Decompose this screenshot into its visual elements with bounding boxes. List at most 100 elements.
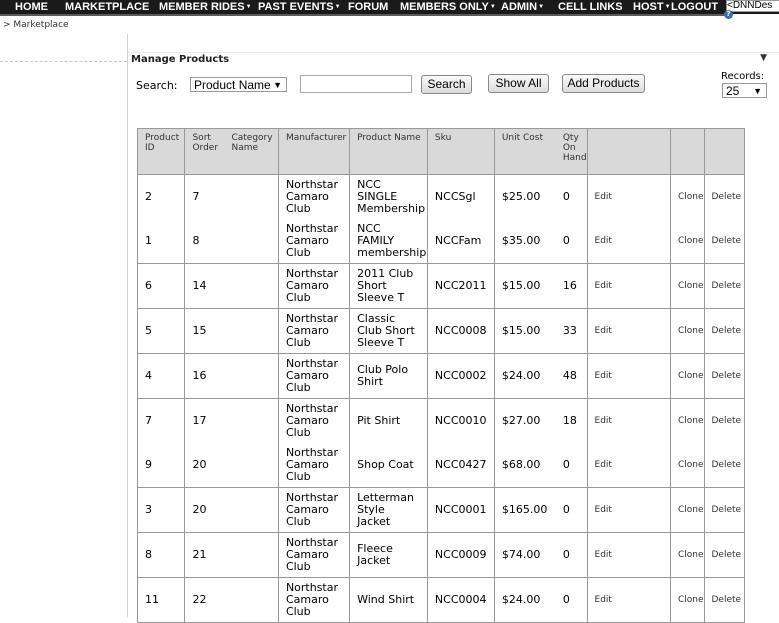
delete-link[interactable]: Delete <box>703 219 745 264</box>
clone-link[interactable]: Clone <box>669 263 705 309</box>
header-sort-category[interactable]: Sort Order Category Name <box>184 128 279 175</box>
text-line: Shop Coat <box>357 458 414 471</box>
search-field-select[interactable]: Product Name ▼ <box>190 77 287 92</box>
header-cost-qty[interactable]: Unit Cost Qty On Hand <box>493 128 588 175</box>
clone-link[interactable]: Clone <box>669 219 705 264</box>
text-line: Wind Shirt <box>357 593 415 606</box>
nav-item-past-events[interactable]: PAST EVENTS▼ <box>258 0 341 14</box>
cell-sort-order: 14 <box>192 279 207 292</box>
delete-link[interactable]: Delete <box>703 443 745 488</box>
cell-sort-order: 20 <box>192 503 207 516</box>
edit-link[interactable]: Edit <box>586 443 671 488</box>
header-sort-order[interactable]: Sort Order <box>192 133 231 153</box>
collapse-icon[interactable]: ▼ <box>760 53 767 63</box>
add-products-button[interactable]: Add Products <box>562 74 645 93</box>
delete-link[interactable]: Delete <box>703 353 745 399</box>
delete-link[interactable]: Delete <box>703 398 745 443</box>
delete-link[interactable]: Delete <box>703 487 745 533</box>
header-qty-on-hand[interactable]: Qty On Hand <box>563 133 587 163</box>
cell-sku: NCC0002 <box>426 353 495 399</box>
search-input[interactable] <box>300 75 412 93</box>
edit-link[interactable]: Edit <box>586 263 671 309</box>
cell-sort-order: 20 <box>192 458 207 471</box>
cell-product-id: 6 <box>136 263 186 309</box>
nav-item-admin[interactable]: ADMIN▼ <box>501 0 544 14</box>
cell-unit-cost: $74.00 <box>501 548 541 561</box>
delete-link[interactable]: Delete <box>703 577 745 623</box>
text-line: Sleeve T <box>357 291 405 304</box>
edit-link[interactable]: Edit <box>586 219 671 264</box>
text-line: Sort <box>192 133 211 143</box>
cell-unit-cost: $24.00 <box>501 593 541 606</box>
cell-unit-cost: $24.00 <box>501 369 541 382</box>
delete-link[interactable]: Delete <box>703 263 745 309</box>
edit-link[interactable]: Edit <box>586 398 671 443</box>
cell-manufacturer: Northstar Camaro Club <box>277 398 351 443</box>
text-line: Club <box>285 560 311 573</box>
clone-link[interactable]: Clone <box>669 577 705 623</box>
delete-link[interactable]: Delete <box>703 308 745 354</box>
cell-manufacturer: Northstar Camaro Club <box>277 174 351 219</box>
cell-unit-cost: $35.00 <box>501 234 541 247</box>
nav-item-marketplace[interactable]: MARKETPLACE <box>65 0 149 14</box>
cell-sort-category: 17 <box>184 398 279 443</box>
nav-item-home[interactable]: HOME <box>15 0 48 14</box>
delete-link[interactable]: Delete <box>703 174 745 219</box>
cell-manufacturer: Northstar Camaro Club <box>277 577 351 623</box>
edit-link[interactable]: Edit <box>586 532 671 578</box>
edit-link[interactable]: Edit <box>586 353 671 399</box>
nav-item-members-only[interactable]: MEMBERS ONLY▼ <box>400 0 496 14</box>
clone-link[interactable]: Clone <box>669 398 705 443</box>
edit-link[interactable]: Edit <box>586 308 671 354</box>
cell-cost-qty: $68.00 0 <box>493 443 588 488</box>
show-all-button[interactable]: Show All <box>488 74 549 93</box>
clone-link[interactable]: Clone <box>669 487 705 533</box>
records-value: 25 <box>726 84 740 98</box>
top-nav-bar: HOME MARKETPLACE MEMBER RIDES▼ PAST EVENTS▼… <box>0 0 779 14</box>
nav-item-cell-links[interactable]: CELL LINKS <box>558 0 623 14</box>
cell-unit-cost: $27.00 <box>501 414 541 427</box>
header-product-id[interactable]: Product ID <box>136 128 186 175</box>
header-manufacturer[interactable]: Manufacturer <box>277 128 351 175</box>
help-icon[interactable]: ? <box>724 10 733 19</box>
text-line: Pit Shirt <box>357 414 401 427</box>
clone-link[interactable]: Clone <box>669 353 705 399</box>
clone-link[interactable]: Clone <box>669 174 705 219</box>
cell-qty-on-hand: 33 <box>562 324 577 337</box>
cell-product-id: 1 <box>136 219 186 264</box>
clone-link[interactable]: Clone <box>669 532 705 578</box>
clone-link[interactable]: Clone <box>669 308 705 354</box>
header-sku[interactable]: Sku <box>426 128 495 175</box>
edit-link[interactable]: Edit <box>586 174 671 219</box>
nav-item-host[interactable]: HOST▼ <box>633 0 671 14</box>
header-unit-cost[interactable]: Unit Cost <box>502 133 563 163</box>
cell-sort-category: 20 <box>184 487 279 533</box>
search-button[interactable]: Search <box>421 75 472 94</box>
module-header: Manage Products ▼ <box>128 52 779 66</box>
skin-selector[interactable]: <DNNDes <box>726 0 779 12</box>
cell-product-name: Pit Shirt <box>349 398 428 443</box>
cell-sku: NCC2011 <box>426 263 495 309</box>
nav-item-label: FORUM <box>348 1 389 13</box>
cell-sort-category: 20 <box>184 443 279 488</box>
clone-link[interactable]: Clone <box>669 443 705 488</box>
edit-link[interactable]: Edit <box>586 487 671 533</box>
breadcrumb[interactable]: > Marketplace <box>3 20 69 30</box>
header-clone <box>669 128 705 175</box>
header-category-name[interactable]: Category Name <box>231 133 272 153</box>
table-row: 9 20 Northstar Camaro Club Shop Coat NCC0427 $6… <box>136 443 779 488</box>
text-line: Sku <box>434 133 452 143</box>
cell-sort-order: 15 <box>192 324 207 337</box>
cell-sku: NCCFam <box>426 219 495 264</box>
table-row: 8 21 Northstar Camaro Club Fleece Jacket NCC000… <box>136 532 779 578</box>
edit-link[interactable]: Edit <box>586 577 671 623</box>
nav-item-member-rides[interactable]: MEMBER RIDES▼ <box>159 0 252 14</box>
nav-item-label: MEMBERS ONLY <box>400 1 489 13</box>
header-product-name[interactable]: Product Name <box>349 128 428 175</box>
cell-cost-qty: $24.00 0 <box>493 577 588 623</box>
nav-item-forum[interactable]: FORUM <box>348 0 388 14</box>
records-select[interactable]: 25 ▼ <box>722 83 767 98</box>
delete-link[interactable]: Delete <box>703 532 745 578</box>
cell-cost-qty: $74.00 0 <box>493 532 588 578</box>
nav-item-logout[interactable]: LOGOUT <box>671 0 718 14</box>
